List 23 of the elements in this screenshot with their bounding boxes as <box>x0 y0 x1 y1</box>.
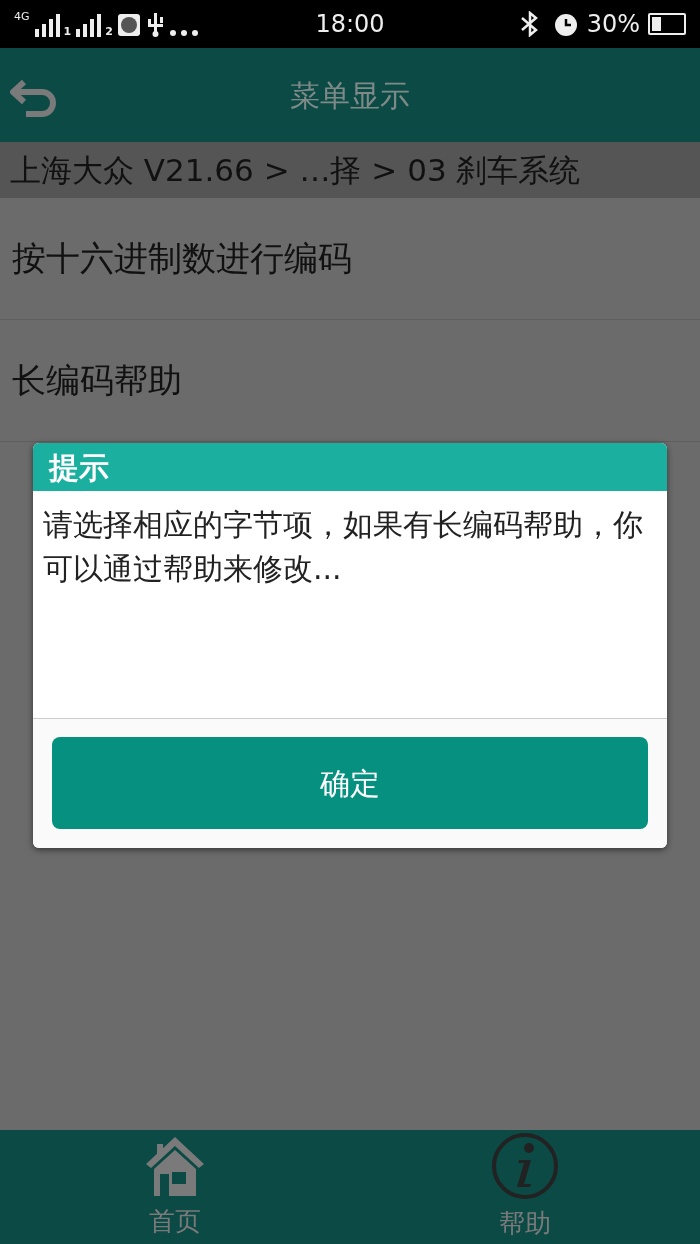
back-arrow-icon <box>10 78 58 118</box>
sd-card-icon <box>116 13 141 37</box>
dialog-message: 请选择相应的字节项，如果有长编码帮助，你可以通过帮助来修改... <box>42 506 644 588</box>
more-icon <box>168 29 199 37</box>
sim-label: 1 <box>63 26 72 37</box>
signal-icon <box>33 13 60 37</box>
dialog-title: 提示 <box>33 443 667 491</box>
confirm-button[interactable]: 确定 <box>52 737 648 829</box>
screen-title: 菜单显示 <box>289 76 411 115</box>
nav-tab[interactable]: 帮助 <box>350 1130 700 1244</box>
battery-icon <box>648 13 686 35</box>
info-icon <box>491 1131 559 1200</box>
battery-percent: 30% <box>586 9 640 40</box>
menu-item[interactable]: 长编码帮助 <box>0 320 700 442</box>
network-label: 4G <box>14 11 30 22</box>
alarm-icon <box>552 11 579 37</box>
signal-icon <box>75 13 102 37</box>
clock-time: 18:00 <box>314 9 386 40</box>
menu-item[interactable]: 按十六进制数进行编码 <box>0 198 700 320</box>
breadcrumb-path: 上海大众 V21.66 > …择 > 03 刹车系统 <box>0 142 700 198</box>
nav-tab[interactable]: 首页 <box>0 1130 350 1244</box>
sim-label: 2 <box>105 26 113 37</box>
back-button[interactable] <box>10 78 58 118</box>
